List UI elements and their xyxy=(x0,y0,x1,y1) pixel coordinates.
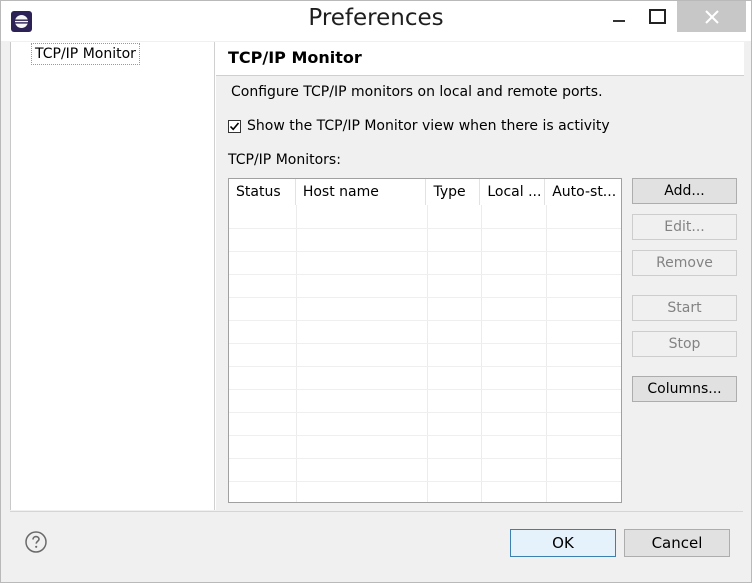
monitors-table[interactable]: Status Host name Type Local ... Auto-st.… xyxy=(228,178,622,503)
column-header-type[interactable]: Type xyxy=(426,179,481,205)
monitors-label: TCP/IP Monitors: xyxy=(228,152,341,168)
columns-button[interactable]: Columns... xyxy=(632,376,737,402)
grid-row-line xyxy=(229,297,621,298)
grid-row-line xyxy=(229,274,621,275)
maximize-button[interactable] xyxy=(639,1,675,31)
minimize-icon xyxy=(613,20,625,22)
question-circle-icon xyxy=(25,531,47,553)
grid-row-line xyxy=(229,458,621,459)
column-header-host-name[interactable]: Host name xyxy=(296,179,427,205)
show-view-label: Show the TCP/IP Monitor view when there … xyxy=(247,118,610,134)
grid-row-line xyxy=(229,343,621,344)
grid-row-line xyxy=(229,251,621,252)
close-icon xyxy=(704,9,719,24)
table-header: Status Host name Type Local ... Auto-st.… xyxy=(229,179,621,205)
column-header-status[interactable]: Status xyxy=(229,179,296,205)
cancel-button[interactable]: Cancel xyxy=(624,529,730,557)
grid-row-line xyxy=(229,366,621,367)
grid-row-line xyxy=(229,320,621,321)
preferences-window: Preferences TCP/IP Monitor TCP/IP Monito… xyxy=(0,0,752,583)
preference-page: TCP/IP Monitor Configure TCP/IP monitors… xyxy=(216,42,744,510)
tree-item-tcpip-monitor[interactable]: TCP/IP Monitor xyxy=(31,43,140,65)
ok-button[interactable]: OK xyxy=(510,529,616,557)
show-view-option[interactable]: Show the TCP/IP Monitor view when there … xyxy=(228,118,610,134)
edit-button[interactable]: Edit... xyxy=(632,214,737,240)
grid-row-line xyxy=(229,481,621,482)
stop-button[interactable]: Stop xyxy=(632,331,737,357)
grid-row-line xyxy=(229,412,621,413)
dialog-footer: OK Cancel xyxy=(10,511,743,575)
page-description: Configure TCP/IP monitors on local and r… xyxy=(231,84,603,100)
help-icon[interactable] xyxy=(25,531,47,553)
grid-row-line xyxy=(229,389,621,390)
close-button[interactable] xyxy=(677,1,746,32)
column-header-auto-start[interactable]: Auto-st... xyxy=(545,179,621,205)
remove-button[interactable]: Remove xyxy=(632,250,737,276)
start-button[interactable]: Start xyxy=(632,295,737,321)
column-header-local-port[interactable]: Local ... xyxy=(480,179,546,205)
minimize-button[interactable] xyxy=(601,1,637,31)
dialog-content: TCP/IP Monitor TCP/IP Monitor Configure … xyxy=(10,42,744,510)
show-view-checkbox[interactable] xyxy=(228,119,241,133)
grid-row-line xyxy=(229,228,621,229)
page-title: TCP/IP Monitor xyxy=(228,48,362,67)
page-title-bar: TCP/IP Monitor xyxy=(216,42,744,76)
grid-row-line xyxy=(229,435,621,436)
title-bar: Preferences xyxy=(1,1,751,41)
preferences-tree[interactable]: TCP/IP Monitor xyxy=(11,42,215,510)
add-button[interactable]: Add... xyxy=(632,178,737,204)
maximize-icon xyxy=(648,8,666,24)
checkmark-icon xyxy=(229,121,240,130)
